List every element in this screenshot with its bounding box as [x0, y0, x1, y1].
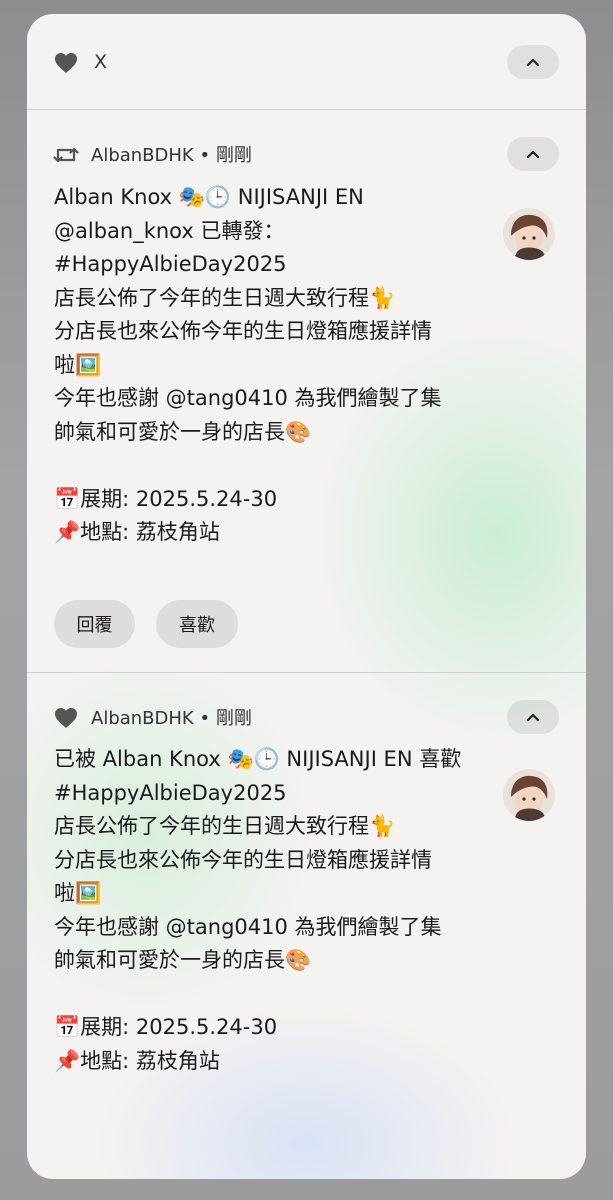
collapse-button[interactable] [507, 45, 559, 79]
separator: • [199, 708, 211, 729]
collapse-button[interactable] [507, 137, 559, 171]
heart-icon [53, 50, 79, 76]
account-name: AlbanBDHK [91, 708, 194, 729]
body-line: 📌地點: 荔枝角站 [54, 520, 220, 544]
app-header: X [27, 14, 586, 110]
chevron-up-icon [526, 58, 540, 67]
body-line: 啦🖼️ [54, 352, 102, 377]
body-line: @alban_knox 已轉發： [54, 218, 285, 243]
notification-meta: AlbanBDHK • 剛剛 [91, 143, 252, 169]
body-line: 分店長也來公佈今年的生日燈箱應援詳情 [54, 319, 432, 343]
notification-repost[interactable]: AlbanBDHK • 剛剛 Alban Knox 🎭🕒 NIJISANJI E… [27, 110, 586, 672]
body-line: 店長公佈了今年的生日週大致行程🐈 [54, 814, 396, 838]
body-line: 今年也感謝 @tang0410 為我們繪製了集 [54, 914, 442, 939]
reply-button[interactable]: 回覆 [54, 600, 135, 648]
body-line: 📅展期: 2025.5.24-30 [54, 1015, 278, 1039]
notification-like[interactable]: AlbanBDHK • 剛剛 已被 Alban Knox 🎭🕒 NIJISANJ… [27, 673, 586, 1179]
timestamp: 剛剛 [215, 145, 252, 166]
chevron-up-icon [526, 713, 540, 722]
notification-body: 已被 Alban Knox 🎭🕒 NIJISANJI EN 喜歡 #HappyA… [54, 743, 494, 1078]
notification-body: Alban Knox 🎭🕒 NIJISANJI EN @alban_knox 已… [54, 181, 494, 550]
chevron-up-icon [526, 150, 540, 159]
avatar [503, 208, 555, 260]
body-line [54, 449, 494, 483]
account-name: AlbanBDHK [91, 145, 194, 166]
body-line: #HappyAlbieDay2025 [54, 252, 287, 276]
notification-title: 已被 Alban Knox 🎭🕒 NIJISANJI EN 喜歡 [54, 747, 462, 771]
body-line: #HappyAlbieDay2025 [54, 780, 287, 805]
body-line [54, 978, 494, 1012]
notification-title: Alban Knox 🎭🕒 NIJISANJI EN [54, 185, 364, 209]
body-line: 分店長也來公佈今年的生日燈箱應援詳情 [54, 847, 432, 872]
separator: • [199, 145, 211, 166]
repost-icon [53, 142, 79, 168]
heart-icon [53, 705, 79, 731]
timestamp: 剛剛 [215, 708, 252, 729]
notification-panel: X AlbanBDHK • 剛剛 Alban Knox 🎭🕒 NIJISANJI… [27, 14, 586, 1179]
body-line: 帥氣和可愛於一身的店長🎨 [54, 419, 312, 444]
body-line: 啦🖼️ [54, 881, 102, 905]
collapse-button[interactable] [507, 700, 559, 734]
avatar [503, 769, 555, 821]
app-name: X [94, 51, 108, 73]
body-line: 今年也感謝 @tang0410 為我們繪製了集 [54, 386, 442, 410]
body-line: 帥氣和可愛於一身的店長🎨 [54, 948, 312, 972]
notification-meta: AlbanBDHK • 剛剛 [91, 706, 252, 732]
like-button[interactable]: 喜歡 [156, 600, 238, 648]
body-line: 📌地點: 荔枝角站 [54, 1048, 220, 1073]
body-line: 店長公佈了今年的生日週大致行程🐈 [54, 285, 396, 310]
body-line: 📅展期: 2025.5.24-30 [54, 486, 278, 511]
